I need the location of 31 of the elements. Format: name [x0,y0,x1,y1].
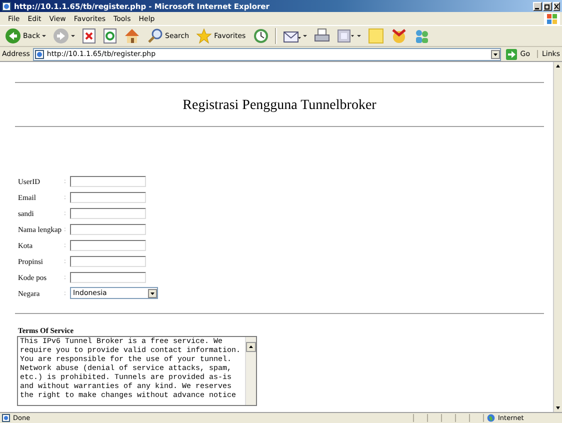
window-icon [336,28,355,44]
text-input[interactable] [70,256,146,266]
stop-button[interactable] [80,27,98,45]
close-icon[interactable] [553,2,560,10]
window-button[interactable] [334,27,363,45]
home-icon [124,28,140,44]
search-icon [147,28,163,44]
people-icon [414,28,430,44]
globe-icon [487,414,495,422]
refresh-icon [103,28,117,44]
arrow-icon [506,48,518,60]
stop-icon [82,28,96,44]
text-input[interactable] [70,224,146,234]
star-icon [196,28,212,44]
refresh-button[interactable] [101,27,119,45]
restore-icon[interactable] [543,2,552,10]
text-input[interactable] [70,240,146,250]
page-heading: Registrasi Pengguna Tunnelbroker [182,98,376,114]
text-input[interactable] [70,272,146,282]
page-icon [34,50,44,58]
history-clock-icon [252,28,269,44]
text-input[interactable] [70,208,146,218]
text-input[interactable] [70,176,146,186]
minimize-icon[interactable] [533,2,542,10]
text-input[interactable] [70,192,146,202]
page-icon [2,414,10,422]
messenger-icon [390,28,407,44]
windows-flag-icon [547,14,557,24]
scroll-up-icon [246,342,256,352]
note-icon [368,28,384,44]
printer-icon [314,28,330,44]
